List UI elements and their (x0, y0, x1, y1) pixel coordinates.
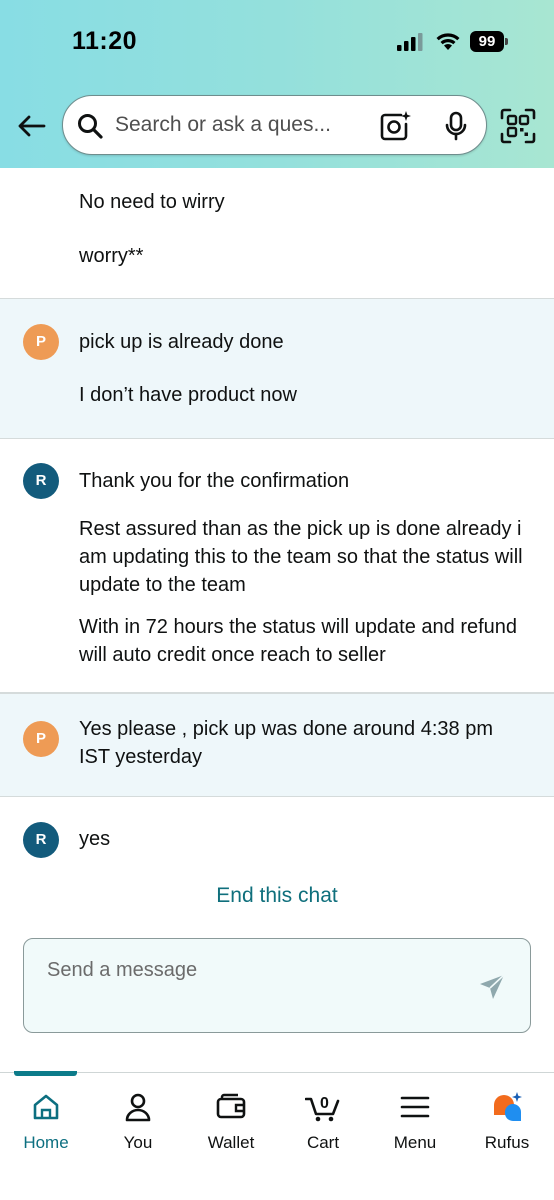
battery-nub (505, 38, 508, 45)
battery-level: 99 (470, 31, 504, 52)
wifi-icon (436, 33, 460, 50)
avatar: R (23, 463, 59, 499)
cellular-signal-icon (397, 33, 423, 51)
nav-wallet[interactable]: Wallet (185, 1073, 277, 1173)
rufus-assistant-icon (494, 1092, 522, 1122)
agent-message: R yes (0, 797, 554, 880)
avatar: P (23, 324, 59, 360)
battery-indicator: 99 (470, 31, 508, 52)
bottom-navigation: Home You Wallet 0 Cart Menu Rufus (0, 1071, 554, 1200)
agent-message: No need to wirry worry** (0, 168, 554, 299)
nav-label: You (123, 1133, 153, 1152)
chat-transcript[interactable]: No need to wirry worry** P pick up is al… (0, 168, 554, 880)
status-bar: 11:20 99 (0, 0, 554, 80)
message-line: No need to wirry (79, 191, 225, 213)
home-icon (33, 1094, 59, 1120)
hamburger-menu-icon (400, 1096, 430, 1118)
message-line: I don’t have product now (79, 384, 297, 406)
nav-label: Wallet (207, 1133, 255, 1152)
nav-home[interactable]: Home (0, 1073, 92, 1173)
cart-count: 0 (320, 1095, 329, 1112)
avatar: P (23, 721, 59, 757)
camera-lens-icon[interactable] (379, 110, 411, 142)
search-bar[interactable] (62, 95, 487, 155)
user-message: P pick up is already done I don’t have p… (0, 298, 554, 439)
message-line: pick up is already done (79, 331, 284, 353)
person-icon (125, 1093, 151, 1122)
message-line: worry** (79, 245, 144, 267)
back-arrow-icon[interactable] (14, 108, 50, 144)
end-chat-link[interactable]: End this chat (0, 880, 554, 916)
nav-rufus[interactable]: Rufus (461, 1073, 553, 1173)
app-header: 11:20 99 (0, 0, 554, 168)
avatar: R (23, 822, 59, 858)
message-line: With in 72 hours the status will update … (79, 616, 518, 666)
user-message: P Yes please , pick up was done around 4… (0, 693, 554, 797)
search-icon (78, 114, 103, 139)
wallet-icon (216, 1093, 246, 1119)
message-line: Thank you for the confirmation (79, 470, 350, 492)
nav-label: Cart (306, 1133, 340, 1152)
message-line: yes (79, 828, 111, 850)
microphone-icon[interactable] (444, 111, 468, 141)
nav-label: Menu (393, 1133, 437, 1152)
qr-scanner-icon[interactable] (500, 108, 536, 144)
nav-menu[interactable]: Menu (369, 1073, 461, 1173)
message-input[interactable] (47, 955, 447, 985)
nav-label: Rufus (484, 1133, 530, 1152)
message-line: Yes please , pick up was done around 4:3… (79, 718, 493, 768)
agent-message: R Thank you for the confirmation Rest as… (0, 439, 554, 693)
nav-cart[interactable]: 0 Cart (277, 1073, 369, 1173)
search-input[interactable] (115, 110, 370, 140)
message-line: Rest assured than as the pick up is done… (79, 518, 523, 596)
nav-you[interactable]: You (92, 1073, 184, 1173)
cart-icon: 0 (305, 1095, 340, 1122)
status-time: 11:20 (72, 27, 138, 55)
message-composer[interactable] (23, 938, 531, 1033)
nav-label: Home (23, 1133, 69, 1152)
send-icon[interactable] (478, 973, 506, 1001)
